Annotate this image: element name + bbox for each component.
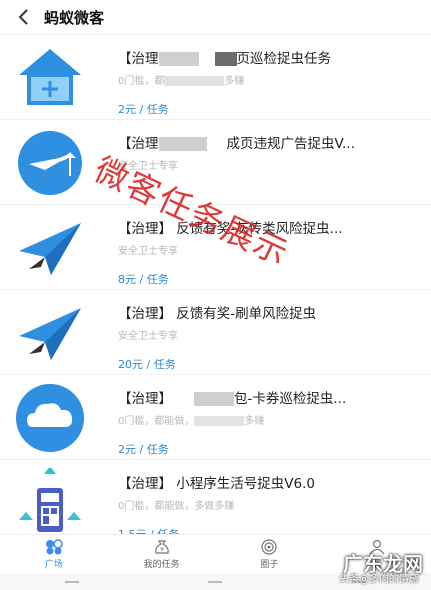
top-bar: 蚂蚁微客 [0,0,431,35]
tab-label: 广场 [44,559,63,570]
paper-plane-icon [0,290,100,374]
plaza-icon [45,538,63,554]
task-price: 2元 / 任务 [118,103,169,116]
task-title: 【治理】 包-卡券巡检捉虫... [118,391,347,407]
tab-label: 圈子 [260,559,279,570]
money-bag-icon: ¥ [154,539,169,554]
mini-program-icon [0,460,100,534]
task-price: 1.5元 / 任务 [118,526,431,534]
task-subtitle: 安全卫士专享 [118,161,178,172]
tab-label: 我的任务 [143,559,180,570]
task-price: 2元 / 任务 [118,443,169,456]
task-title: 【治理】 小程序生活号捉虫V6.0 [118,476,315,492]
task-subtitle: 0门槛，都 多赚 [118,76,245,87]
chevron-left-icon [18,9,28,25]
list-item[interactable]: 【治理】 反馈有奖-刷单风险捉虫 安全卫士专享 20元 / 任务 [0,290,431,375]
task-title: 【治理 成页违规广告捉虫V... [118,136,355,152]
list-item[interactable]: 【治理】 小程序生活号捉虫V6.0 0门槛，都能做，多做多赚 1.5元 / 任务 [0,460,431,534]
back-button[interactable] [14,7,34,27]
page-title: 蚂蚁微客 [44,8,105,27]
home-add-icon [0,35,100,119]
list-item[interactable]: 【治理】 反馈有奖-灰传类风险捉虫... 安全卫士专享 8元 / 任务 [0,205,431,290]
list-item[interactable]: 【治理 页巡检捉虫任务 0门槛，都 多赚 2元 / 任务 [0,35,431,120]
cloud-icon [0,375,100,459]
svg-text:¥: ¥ [160,546,164,553]
task-title: 【治理】 反馈有奖-刷单风险捉虫 [118,306,317,322]
task-subtitle: 安全卫士专享 [118,246,178,257]
tab-my-tasks[interactable]: ¥ 我的任务 [108,535,216,573]
airplane-icon [0,120,100,204]
list-item[interactable]: 【治理 成页违规广告捉虫V... 安全卫士专享 [0,120,431,205]
tab-circle[interactable]: 圈子 [216,535,324,573]
task-subtitle: 0门槛，都能做，多做多赚 [118,501,235,512]
task-list: 【治理 页巡检捉虫任务 0门槛，都 多赚 2元 / 任务 【治理 成页违规广告捉虫V.… [0,35,431,534]
nav-home-icon[interactable] [208,580,223,583]
task-title: 【治理】 反馈有奖-灰传类风险捉虫... [118,221,343,237]
nav-menu-icon[interactable] [64,580,79,583]
task-subtitle: 安全卫士专享 [118,331,178,342]
tab-plaza[interactable]: 广场 [0,535,108,573]
task-title: 【治理 页巡检捉虫任务 [118,51,331,67]
task-price: 20元 / 任务 [118,358,176,371]
circle-icon [261,538,277,555]
task-subtitle: 0门槛，都能做， 多赚 [118,416,265,427]
paper-plane-icon [0,205,100,289]
list-item[interactable]: 【治理】 包-卡券巡检捉虫... 0门槛，都能做， 多赚 2元 / 任务 [0,375,431,460]
watermark-caption: 头条@多肉的情感 [339,574,419,585]
task-price: 8元 / 任务 [118,273,169,286]
